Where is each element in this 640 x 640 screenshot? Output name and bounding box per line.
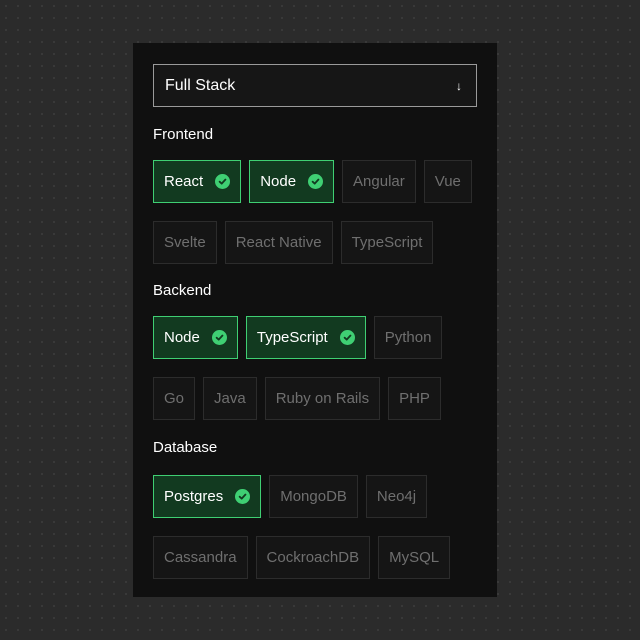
chip-node[interactable]: Node	[153, 316, 238, 359]
chip-label: Svelte	[164, 234, 206, 251]
check-circle-icon	[339, 330, 355, 345]
stack-select[interactable]: Full Stack ↓	[153, 64, 477, 107]
chip-group: React Node Angular Vue Svelte React Native Typ…	[153, 160, 477, 264]
sections-container: Frontend React Node Angular Vue Svelte React N…	[153, 126, 477, 579]
chip-label: Vue	[434, 173, 461, 190]
section-title: Backend	[153, 282, 212, 299]
chip-label: Java	[214, 390, 246, 407]
chip-label: CockroachDB	[266, 549, 360, 566]
chip-label: MongoDB	[280, 488, 347, 505]
check-circle-icon	[215, 174, 231, 189]
chip-mysql[interactable]: MySQL	[378, 536, 451, 579]
stack-select-value: Full Stack	[165, 76, 236, 94]
chip-cockroachdb[interactable]: CockroachDB	[255, 536, 371, 579]
chip-label: React Native	[235, 234, 322, 251]
chip-postgres[interactable]: Postgres	[153, 475, 262, 518]
chip-label: React	[164, 173, 204, 190]
section-title: Frontend	[153, 126, 214, 143]
chip-label: Ruby on Rails	[275, 390, 370, 407]
check-circle-icon	[308, 174, 324, 189]
chip-java[interactable]: Java	[203, 377, 257, 420]
chip-label: Postgres	[164, 488, 224, 505]
chip-typescript[interactable]: TypeScript	[340, 221, 434, 264]
check-circle-icon	[235, 489, 251, 504]
chip-angular[interactable]: Angular	[342, 160, 416, 203]
chip-svelte[interactable]: Svelte	[153, 221, 217, 264]
tech-stack-panel: Full Stack ↓ Frontend React Node Angular Vue…	[133, 43, 497, 597]
chip-label: TypeScript	[351, 234, 423, 251]
section-frontend: Frontend React Node Angular Vue Svelte React N…	[153, 126, 477, 264]
chip-node[interactable]: Node	[249, 160, 335, 203]
chip-neo4j[interactable]: Neo4j	[365, 475, 428, 518]
chip-ruby-on-rails[interactable]: Ruby on Rails	[264, 377, 381, 420]
chip-typescript[interactable]: TypeScript	[245, 316, 366, 359]
chip-vue[interactable]: Vue	[423, 160, 472, 203]
chip-php[interactable]: PHP	[388, 377, 441, 420]
chip-label: Python	[384, 329, 432, 346]
chip-cassandra[interactable]: Cassandra	[153, 536, 248, 579]
chip-label: Neo4j	[376, 488, 417, 505]
chip-react-native[interactable]: React Native	[224, 221, 333, 264]
section-database: Database Postgres MongoDB Neo4j Cassandra Coc…	[153, 439, 477, 579]
chip-mongodb[interactable]: MongoDB	[269, 475, 358, 518]
chip-label: MySQL	[389, 549, 440, 566]
chip-label: Node	[164, 329, 200, 346]
chip-label: TypeScript	[256, 329, 328, 346]
chip-group: Postgres MongoDB Neo4j Cassandra CockroachDB…	[153, 475, 477, 579]
chip-label: PHP	[399, 390, 430, 407]
chip-python[interactable]: Python	[373, 316, 443, 359]
section-title: Database	[153, 439, 218, 456]
chip-label: Node	[260, 173, 297, 190]
arrow-down-icon: ↓	[456, 78, 462, 93]
chip-label: Cassandra	[164, 549, 237, 566]
chip-label: Go	[164, 390, 185, 407]
chip-react[interactable]: React	[153, 160, 242, 203]
chip-go[interactable]: Go	[153, 377, 196, 420]
chip-group: Node TypeScript Python Go Java Ruby on Rails P…	[153, 316, 477, 420]
check-circle-icon	[211, 330, 227, 345]
chip-label: Angular	[353, 173, 405, 190]
section-backend: Backend Node TypeScript Python Go Java Ruby on…	[153, 282, 477, 420]
